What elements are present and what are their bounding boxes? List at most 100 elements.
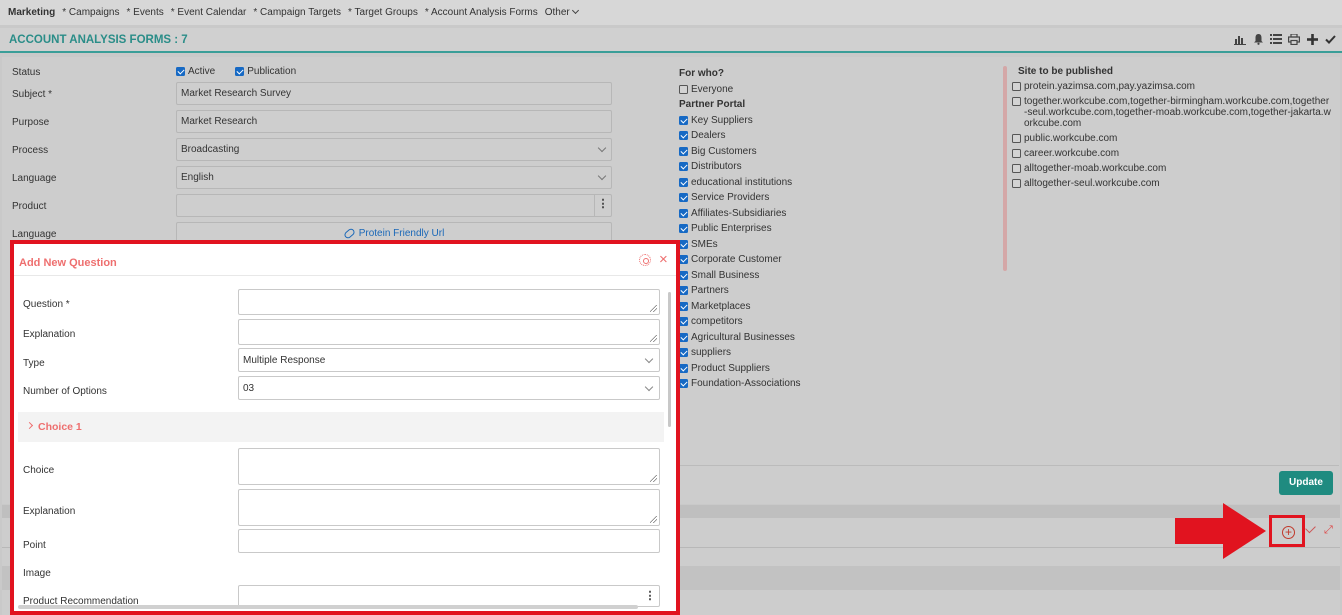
highlight-box: [1269, 515, 1305, 547]
portal-checkbox[interactable]: [679, 348, 688, 358]
friendly-url-link[interactable]: Protein Friendly Url: [177, 227, 611, 240]
nav-item-other[interactable]: Other: [545, 6, 579, 18]
modal-horizontal-scrollbar[interactable]: [18, 605, 638, 609]
portal-option[interactable]: Foundation-Associations: [679, 376, 801, 392]
portal-option[interactable]: competitors: [679, 314, 801, 330]
nav-item-target-groups[interactable]: * Target Groups: [348, 7, 418, 18]
portal-checkbox[interactable]: [679, 177, 688, 187]
portal-checkbox[interactable]: [679, 270, 688, 280]
portal-option[interactable]: educational institutions: [679, 175, 801, 191]
portal-checkbox[interactable]: [679, 115, 688, 125]
everyone-option[interactable]: Everyone: [679, 82, 801, 98]
type-select[interactable]: Multiple Response: [238, 348, 660, 372]
site-option[interactable]: alltogether-moab.workcube.com: [1012, 161, 1332, 176]
check-icon[interactable]: [1324, 34, 1336, 47]
resize-handle-icon[interactable]: [650, 475, 657, 482]
choice-explanation-label: Explanation: [23, 506, 76, 517]
nav-item-event-calendar[interactable]: * Event Calendar: [171, 7, 247, 18]
question-input[interactable]: [238, 289, 660, 315]
subject-input[interactable]: Market Research Survey: [176, 82, 612, 105]
update-button[interactable]: Update: [1279, 471, 1333, 495]
site-option[interactable]: protein.yazimsa.com,pay.yazimsa.com: [1012, 79, 1332, 94]
everyone-checkbox[interactable]: [679, 84, 688, 94]
portal-checkbox[interactable]: [679, 239, 688, 249]
add-question-modal: Add New Question × Question * Explanatio…: [10, 240, 680, 615]
resize-handle-icon[interactable]: [650, 305, 657, 312]
portal-checkbox[interactable]: [679, 379, 688, 389]
print-icon[interactable]: [1288, 32, 1301, 48]
portal-option[interactable]: Dealers: [679, 128, 801, 144]
site-checkbox[interactable]: [1012, 179, 1021, 188]
active-checkbox[interactable]: [176, 67, 185, 76]
portal-option[interactable]: Big Customers: [679, 144, 801, 160]
plus-icon[interactable]: [1306, 33, 1318, 48]
portal-checkbox[interactable]: [679, 208, 688, 218]
portal-checkbox[interactable]: [679, 301, 688, 311]
portal-checkbox[interactable]: [679, 131, 688, 141]
more-vertical-icon[interactable]: ⋮: [594, 195, 611, 216]
purpose-input[interactable]: Market Research: [176, 110, 612, 133]
portal-checkbox[interactable]: [679, 193, 688, 203]
purpose-label: Purpose: [12, 117, 50, 128]
close-icon[interactable]: ×: [659, 252, 668, 267]
list-icon[interactable]: [1270, 34, 1282, 47]
portal-option[interactable]: Marketplaces: [679, 299, 801, 315]
point-input[interactable]: [238, 529, 660, 553]
nav-item-events[interactable]: * Events: [127, 7, 164, 18]
portal-option[interactable]: Key Suppliers: [679, 113, 801, 129]
portal-option[interactable]: Agricultural Businesses: [679, 330, 801, 346]
process-label: Process: [12, 145, 49, 156]
choice-input[interactable]: [238, 448, 660, 485]
portal-checkbox[interactable]: [679, 162, 688, 172]
portal-option[interactable]: Service Providers: [679, 190, 801, 206]
product-input[interactable]: ⋮: [176, 194, 612, 217]
choice-explanation-input[interactable]: [238, 489, 660, 526]
portal-checkbox[interactable]: [679, 363, 688, 373]
portal-option[interactable]: Small Business: [679, 268, 801, 284]
portal-option[interactable]: SMEs: [679, 237, 801, 253]
portal-checkbox[interactable]: [679, 332, 688, 342]
process-select[interactable]: Broadcasting: [176, 138, 612, 161]
site-option[interactable]: together.workcube.com,together-birmingha…: [1012, 94, 1332, 131]
friendly-url-label: Protein Friendly Url: [358, 228, 445, 239]
resize-handle-icon[interactable]: [650, 335, 657, 342]
portal-checkbox[interactable]: [679, 255, 688, 265]
portal-checkbox[interactable]: [679, 286, 688, 296]
portal-option[interactable]: Distributors: [679, 159, 801, 175]
portal-option[interactable]: Public Enterprises: [679, 221, 801, 237]
site-checkbox[interactable]: [1012, 164, 1021, 173]
publication-checkbox[interactable]: [235, 67, 245, 76]
bell-icon[interactable]: [1252, 33, 1264, 48]
nav-brand[interactable]: Marketing: [8, 7, 55, 18]
choice-accordion[interactable]: Choice 1: [18, 412, 664, 442]
chart-icon[interactable]: [1234, 34, 1246, 48]
more-vertical-icon[interactable]: ⋮: [641, 586, 659, 606]
gear-icon[interactable]: [639, 254, 651, 266]
nav-item-campaign-targets[interactable]: * Campaign Targets: [253, 7, 341, 18]
site-option[interactable]: public.workcube.com: [1012, 131, 1332, 146]
resize-handle-icon[interactable]: [650, 516, 657, 523]
portal-option[interactable]: suppliers: [679, 345, 801, 361]
site-checkbox[interactable]: [1012, 149, 1021, 158]
expand-icon[interactable]: ⤢: [1324, 524, 1333, 537]
site-checkbox[interactable]: [1012, 134, 1021, 143]
portal-checkbox[interactable]: [679, 317, 688, 327]
site-checkbox[interactable]: [1012, 82, 1021, 91]
portal-checkbox[interactable]: [679, 224, 688, 234]
explanation-input[interactable]: [238, 319, 660, 345]
portal-option[interactable]: Partners: [679, 283, 801, 299]
num-options-select[interactable]: 03: [238, 376, 660, 400]
portal-option[interactable]: Product Suppliers: [679, 361, 801, 377]
portal-checkbox[interactable]: [679, 146, 688, 156]
nav-item-campaigns[interactable]: * Campaigns: [62, 7, 119, 18]
site-checkbox[interactable]: [1012, 97, 1021, 106]
product-rec-input[interactable]: ⋮: [238, 585, 660, 607]
portal-option[interactable]: Affiliates-Subsidiaries: [679, 206, 801, 222]
site-option[interactable]: career.workcube.com: [1012, 146, 1332, 161]
site-option[interactable]: alltogether-seul.workcube.com: [1012, 176, 1332, 191]
language-select[interactable]: English: [176, 166, 612, 189]
nav-item-account-analysis-forms[interactable]: * Account Analysis Forms: [425, 7, 538, 18]
modal-vertical-scrollbar[interactable]: [668, 292, 671, 427]
portal-option[interactable]: Corporate Customer: [679, 252, 801, 268]
portal-option-label: Corporate Customer: [691, 254, 782, 266]
